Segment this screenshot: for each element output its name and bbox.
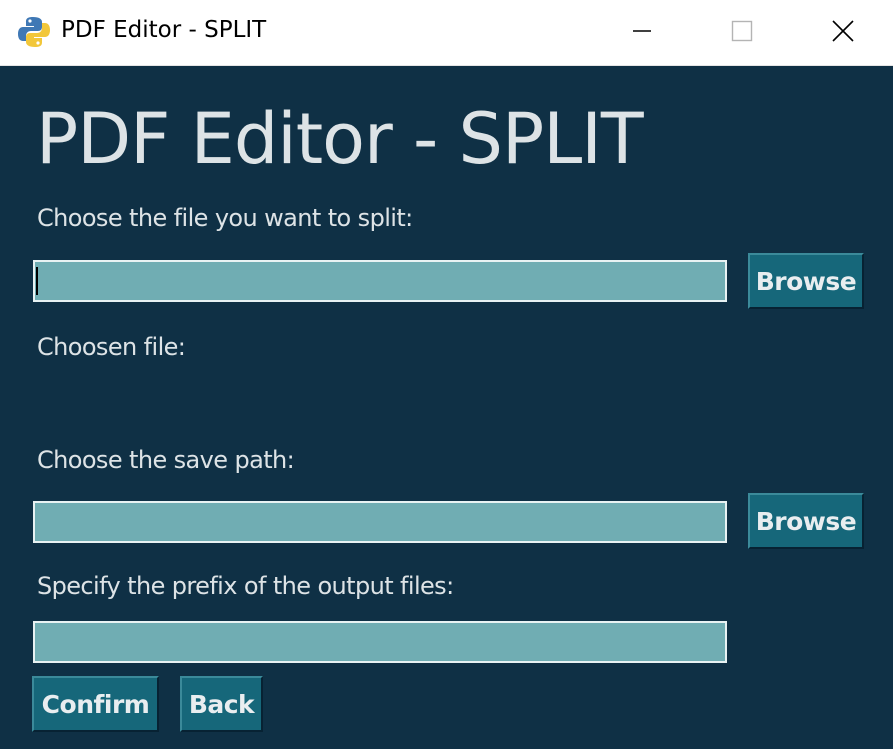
app-window: PDF Editor - SPLIT PDF Editor - SPLIT Ch… (0, 0, 893, 749)
minimize-icon (631, 20, 653, 46)
window-title: PDF Editor - SPLIT (61, 17, 267, 43)
main-panel: PDF Editor - SPLIT Choose the file you w… (0, 66, 893, 749)
text-cursor (36, 267, 38, 295)
file-path-input[interactable] (33, 260, 727, 302)
back-button[interactable]: Back (180, 676, 263, 732)
page-title: PDF Editor - SPLIT (36, 98, 644, 180)
maximize-icon (731, 20, 753, 46)
close-icon (831, 19, 855, 47)
prefix-label: Specify the prefix of the output files: (37, 572, 454, 600)
chosen-file-label: Choosen file: (37, 333, 186, 361)
title-bar[interactable]: PDF Editor - SPLIT (0, 0, 893, 66)
browse-file-button[interactable]: Browse (748, 253, 864, 309)
save-path-label: Choose the save path: (37, 446, 295, 474)
confirm-button[interactable]: Confirm (32, 676, 159, 732)
save-path-input[interactable] (33, 501, 727, 543)
browse-save-path-button[interactable]: Browse (748, 493, 864, 549)
maximize-button[interactable] (692, 0, 792, 66)
minimize-button[interactable] (592, 0, 692, 66)
close-button[interactable] (793, 0, 893, 66)
choose-file-label: Choose the file you want to split: (37, 204, 413, 232)
python-app-icon (17, 15, 51, 49)
prefix-input[interactable] (33, 621, 727, 663)
